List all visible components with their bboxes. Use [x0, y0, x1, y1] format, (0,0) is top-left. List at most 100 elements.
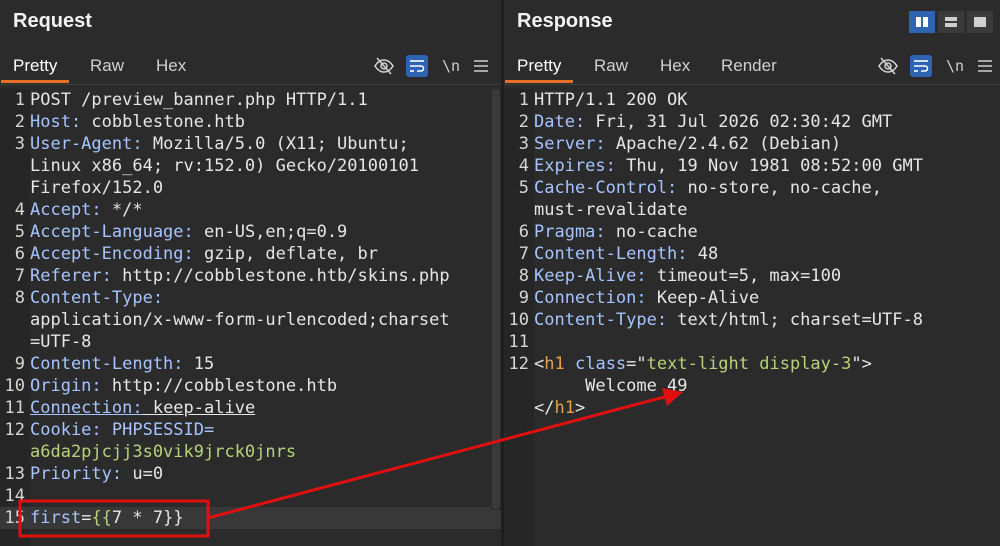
code-token: Firefox/152.0: [30, 178, 164, 198]
menu-icon[interactable]: [974, 55, 996, 77]
tab-response-render[interactable]: Render: [709, 50, 789, 83]
line-code: Content-Length: 15: [30, 353, 214, 375]
response-line[interactable]: </h1>: [504, 397, 1000, 419]
response-line[interactable]: 10 Content-Type: text/html; charset=UTF-8: [504, 309, 1000, 331]
tab-response-pretty[interactable]: Pretty: [505, 50, 574, 83]
request-scrollbar[interactable]: [491, 89, 501, 510]
line-code: Content-Type: text/html; charset=UTF-8: [534, 309, 923, 331]
line-code: </h1>: [534, 397, 585, 419]
request-line[interactable]: 14: [0, 485, 501, 507]
tab-request-hex[interactable]: Hex: [144, 50, 198, 83]
request-line[interactable]: 12 Cookie: PHPSESSID=: [0, 419, 501, 441]
newline-icon[interactable]: \n: [944, 55, 966, 77]
code-token: Content-Length:: [534, 244, 688, 264]
response-line[interactable]: 8 Keep-Alive: timeout=5, max=100: [504, 265, 1000, 287]
response-line[interactable]: 5 Cache-Control: no-store, no-cache,: [504, 177, 1000, 199]
line-number: [0, 309, 30, 331]
code-token: =: [81, 508, 92, 528]
line-number: [0, 155, 30, 177]
menu-icon[interactable]: [470, 55, 492, 77]
request-line[interactable]: 15 first={{7 * 7}}: [0, 507, 501, 529]
tab-request-pretty[interactable]: Pretty: [1, 50, 70, 83]
request-line[interactable]: Firefox/152.0: [0, 177, 501, 199]
code-token: =UTF-8: [30, 332, 92, 352]
single-view-icon[interactable]: [967, 11, 993, 33]
response-line[interactable]: must-revalidate: [504, 199, 1000, 221]
request-line[interactable]: 7 Referer: http://cobblestone.htb/skins.p…: [0, 265, 501, 287]
request-line[interactable]: 11 Connection: keep-alive: [0, 397, 501, 419]
response-line[interactable]: 11: [504, 331, 1000, 353]
response-line[interactable]: 9 Connection: Keep-Alive: [504, 287, 1000, 309]
response-line[interactable]: 12 <h1 class="text-light display-3">: [504, 353, 1000, 375]
line-number: 5: [518, 178, 529, 198]
code-token: first: [30, 508, 82, 528]
line-code: =UTF-8: [30, 331, 91, 353]
code-token: must-revalidate: [534, 200, 688, 220]
wrap-lines-icon[interactable]: [910, 55, 932, 77]
tab-response-raw[interactable]: Raw: [582, 50, 640, 83]
code-token: User-Agent:: [30, 134, 143, 154]
request-line[interactable]: 8 Content-Type:: [0, 287, 501, 309]
response-editor[interactable]: 1 HTTP/1.1 200 OK 2 Date: Fri, 31 Jul 2026 …: [504, 89, 1000, 546]
request-line[interactable]: 5 Accept-Language: en-US,en;q=0.9: [0, 221, 501, 243]
request-editor[interactable]: 1 POST /preview_banner.php HTTP/1.1 2 Host:…: [0, 89, 501, 546]
code-token: u=0: [122, 464, 164, 484]
line-code: HTTP/1.1 200 OK: [534, 89, 688, 111]
line-code: must-revalidate: [534, 199, 688, 221]
split-vertical-icon[interactable]: [938, 11, 964, 33]
code-token: Content-Length:: [30, 354, 184, 374]
request-line[interactable]: 6 Accept-Encoding: gzip, deflate, br: [0, 243, 501, 265]
eye-off-icon[interactable]: [373, 55, 395, 77]
eye-off-icon[interactable]: [877, 55, 899, 77]
response-line[interactable]: 6 Pragma: no-cache: [504, 221, 1000, 243]
response-line[interactable]: 4 Expires: Thu, 19 Nov 1981 08:52:00 GMT: [504, 155, 1000, 177]
tab-response-hex[interactable]: Hex: [648, 50, 702, 83]
code-token: Server:: [534, 134, 606, 154]
newline-icon[interactable]: \n: [440, 55, 462, 77]
tab-request-raw[interactable]: Raw: [78, 50, 136, 83]
code-token: h1: [554, 398, 575, 418]
code-token: Apache/2.4.62 (Debian): [605, 134, 842, 154]
code-token: Connection:: [534, 288, 647, 308]
split-horizontal-icon[interactable]: [909, 11, 935, 33]
request-line[interactable]: 3 User-Agent: Mozilla/5.0 (X11; Ubuntu;: [0, 133, 501, 155]
wrap-lines-icon[interactable]: [406, 55, 428, 77]
response-line[interactable]: 2 Date: Fri, 31 Jul 2026 02:30:42 GMT: [504, 111, 1000, 133]
code-token: text-light display-3: [646, 354, 852, 374]
response-line[interactable]: Welcome 49: [504, 375, 1000, 397]
response-line[interactable]: 1 HTTP/1.1 200 OK: [504, 89, 1000, 111]
code-token: Connection:: [30, 398, 143, 418]
code-token: Fri, 31 Jul 2026 02:30:42 GMT: [585, 112, 893, 132]
code-token: {{: [91, 508, 112, 528]
request-line[interactable]: 1 POST /preview_banner.php HTTP/1.1: [0, 89, 501, 111]
request-line[interactable]: 2 Host: cobblestone.htb: [0, 111, 501, 133]
line-code: Accept-Language: en-US,en;q=0.9: [30, 221, 347, 243]
request-line[interactable]: 9 Content-Length: 15: [0, 353, 501, 375]
code-token: Expires:: [534, 156, 616, 176]
request-line[interactable]: 4 Accept: */*: [0, 199, 501, 221]
code-token: Pragma:: [534, 222, 606, 242]
line-number: 15: [4, 508, 25, 528]
response-line[interactable]: 3 Server: Apache/2.4.62 (Debian): [504, 133, 1000, 155]
request-scroll-thumb[interactable]: [492, 89, 500, 509]
line-number: 10: [508, 310, 529, 330]
request-line[interactable]: a6da2pjcjj3s0vik9jrck0jnrs: [0, 441, 501, 463]
request-line[interactable]: 13 Priority: u=0: [0, 463, 501, 485]
code-token: 7 * 7: [111, 508, 164, 528]
line-number: [0, 441, 30, 463]
request-line[interactable]: =UTF-8: [0, 331, 501, 353]
code-token: Content-Type:: [534, 310, 668, 330]
request-line[interactable]: application/x-www-form-urlencoded;charse…: [0, 309, 501, 331]
code-token: =": [626, 354, 647, 374]
code-token: h1: [544, 354, 565, 374]
request-line[interactable]: 10 Origin: http://cobblestone.htb: [0, 375, 501, 397]
line-number: [504, 199, 534, 221]
code-token: >: [574, 398, 586, 418]
response-line[interactable]: 7 Content-Length: 48: [504, 243, 1000, 265]
code-token: Accept:: [30, 200, 102, 220]
code-token: Referer:: [30, 266, 112, 286]
line-number: 6: [518, 222, 529, 242]
code-token: Accept-Encoding:: [30, 244, 194, 264]
request-line[interactable]: Linux x86_64; rv:152.0) Gecko/20100101: [0, 155, 501, 177]
